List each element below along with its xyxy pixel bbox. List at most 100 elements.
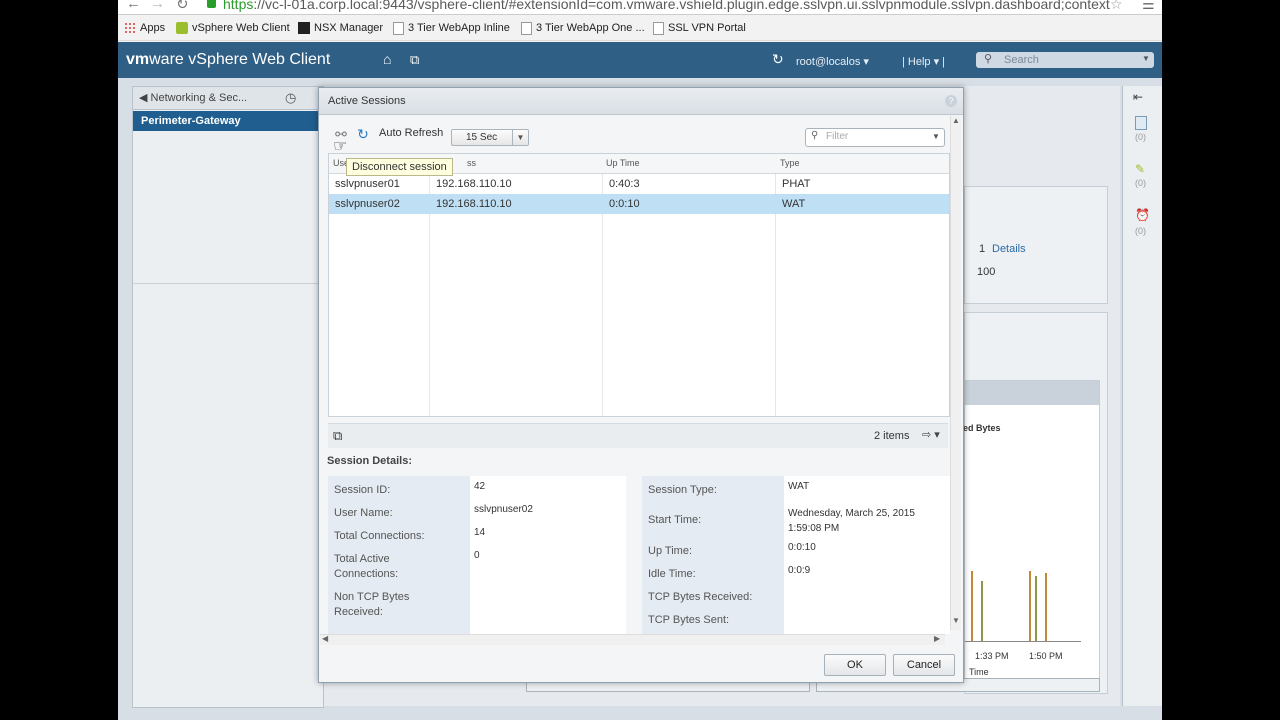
detail-label: TCP Bytes Received: [648,590,753,605]
filter-placeholder: Filter [826,131,849,142]
bookmark-label: SSL VPN Portal [668,22,746,34]
menu-icon[interactable]: ☰ [1142,0,1155,13]
bookmark-label: vSphere Web Client [192,22,290,34]
detail-label: Idle Time: [648,567,696,582]
user-menu[interactable]: root@localos ▾ [796,55,869,68]
bookmark-label: 3 Tier WebApp One ... [536,22,645,34]
search-input[interactable]: ⚲ Search ▼ [976,52,1154,68]
detail-value-session-id: 42 [474,481,486,492]
vertical-scrollbar[interactable]: ▲ ▼ [950,116,961,630]
reload-icon[interactable]: ↻ [176,0,189,13]
refresh-button[interactable]: ↻ [355,126,371,142]
detail-label: Session ID: [334,483,391,498]
nav-item-label: Perimeter-Gateway [141,115,241,127]
details-link[interactable]: Details [992,243,1026,255]
chart-legend-label: ed Bytes [963,423,1001,433]
scroll-up-icon[interactable]: ▲ [952,116,960,125]
find-icon[interactable]: ⧉ [333,428,342,444]
tasks-count: (0) [1135,132,1146,142]
bookmark-3tier-inline[interactable]: 3 Tier WebApp Inline [393,20,510,36]
help-icon[interactable]: ? [945,95,957,107]
user-name: root@localos [796,56,861,68]
history-icon[interactable]: ◷ [285,90,296,106]
vmware-logo: vmware vSphere Web Client [126,51,330,69]
cell-user: sslvpnuser02 [335,198,400,210]
column-gap [626,476,642,634]
column-header-address[interactable]: ss [467,158,476,168]
filter-input[interactable]: ⚲ Filter ▼ [805,128,945,147]
mouse-cursor-icon: ☞ [333,138,348,155]
disconnect-tooltip: Disconnect session [346,158,453,176]
time-tick-label: 1:33 PM [975,651,1009,661]
alarm-icon[interactable]: ⏰ [1135,208,1150,222]
bookmark-nsx[interactable]: NSX Manager [298,20,383,36]
url-scheme: https [223,0,254,12]
bookmark-vsphere[interactable]: vSphere Web Client [176,20,290,36]
cancel-button[interactable]: Cancel [893,654,955,676]
detail-value-total-connections: 14 [474,527,486,538]
help-label: Help [907,56,931,68]
column-header-type[interactable]: Type [780,158,800,168]
detail-label: Total Connections: [334,529,425,544]
scroll-down-icon[interactable]: ▼ [952,616,960,625]
chevron-down-icon[interactable]: ▼ [512,130,528,145]
column-header-uptime[interactable]: Up Time [606,158,640,168]
page-icon [393,21,404,35]
scroll-left-icon[interactable]: ◀ [322,634,328,643]
sessions-grid: User ss Up Time Type sslvpnuser01 192.16… [328,153,950,417]
address-bar[interactable]: ← → ↻ https://vc-l-01a.corp.local:9443/v… [118,0,1162,15]
new-window-icon[interactable]: ⧉ [410,52,419,68]
scroll-right-icon[interactable]: ▶ [934,634,940,643]
pin-icon[interactable]: ⇤ [1133,90,1143,104]
detail-value-session-type: WAT [788,481,810,492]
detail-label: User Name: [334,506,393,521]
detail-value-idle-time: 0:0:9 [788,565,811,576]
bookmark-apps[interactable]: Apps [124,20,165,36]
ok-button[interactable]: OK [824,654,886,676]
detail-label: TCP Bytes Sent: [648,613,730,628]
app-header: vmware vSphere Web Client ⌂ ⧉ ↻ root@loc… [118,42,1162,78]
nav-breadcrumb: Networking & Sec... [150,92,248,104]
table-row[interactable]: sslvpnuser01 192.168.110.10 0:40:3 PHAT [329,174,949,194]
table-row-selected[interactable]: sslvpnuser02 192.168.110.10 0:0:10 WAT [329,194,949,214]
detail-label: Up Time: [648,544,693,559]
tasks-icon[interactable] [1135,116,1147,130]
detail-label: Start Time: [648,513,702,528]
bookmark-ssl-vpn-portal[interactable]: SSL VPN Portal [653,20,746,36]
chevron-down-icon[interactable]: ▼ [932,132,940,141]
cell-uptime: 0:40:3 [609,178,640,190]
session-details-label: Session Details: [327,455,412,467]
bookmark-label: 3 Tier WebApp Inline [408,22,510,34]
refresh-icon[interactable]: ↻ [772,51,784,68]
active-sessions-dialog: Active Sessions ? ⚯ ↻ Auto Refresh 15 Se… [318,87,964,683]
logo-ware: ware [149,51,184,68]
search-icon: ⚲ [811,130,819,141]
bg-chart: ed Bytes 1:33 PM 1:50 PM Time [963,380,1100,682]
product-name: vSphere Web Client [188,51,331,68]
right-sidebar: ⇤ (0) ✎ (0) ⏰ (0) [1122,86,1162,706]
bookmark-star-icon[interactable]: ☆ [1110,0,1123,13]
help-menu[interactable]: | Help ▾ | [902,55,945,68]
nsx-icon [298,22,310,34]
logo-vm: vm [126,51,150,68]
work-in-progress-icon[interactable]: ✎ [1135,162,1145,176]
nav-back-button[interactable]: ◀ Networking & Sec... [139,91,247,104]
dialog-titlebar[interactable]: Active Sessions ? [319,88,963,115]
detail-label: Session Type: [648,483,717,498]
chevron-down-icon[interactable]: ▼ [1142,54,1150,63]
bookmark-3tier-one[interactable]: 3 Tier WebApp One ... [521,20,645,36]
cell-user: sslvpnuser01 [335,178,400,190]
home-icon[interactable]: ⌂ [383,51,391,67]
cell-ip: 192.168.110.10 [436,178,512,190]
nav-item-perimeter-gateway[interactable]: Perimeter-Gateway [133,111,323,131]
export-icon[interactable]: ⇨ ▾ [922,428,940,441]
back-icon[interactable]: ← [126,0,141,12]
navigator-panel: ◀ Networking & Sec... ◷ Perimeter-Gatewa… [132,86,324,708]
lock-icon [207,0,216,8]
auto-refresh-select[interactable]: 15 Sec ▼ [451,129,529,146]
url-text[interactable]: https://vc-l-01a.corp.local:9443/vsphere… [223,0,1118,12]
forward-icon[interactable]: → [150,0,165,12]
grid-footer: ⧉ 2 items ⇨ ▾ [328,423,948,448]
cell-type: PHAT [782,178,811,190]
horizontal-scrollbar[interactable]: ◀ ▶ [320,634,945,645]
